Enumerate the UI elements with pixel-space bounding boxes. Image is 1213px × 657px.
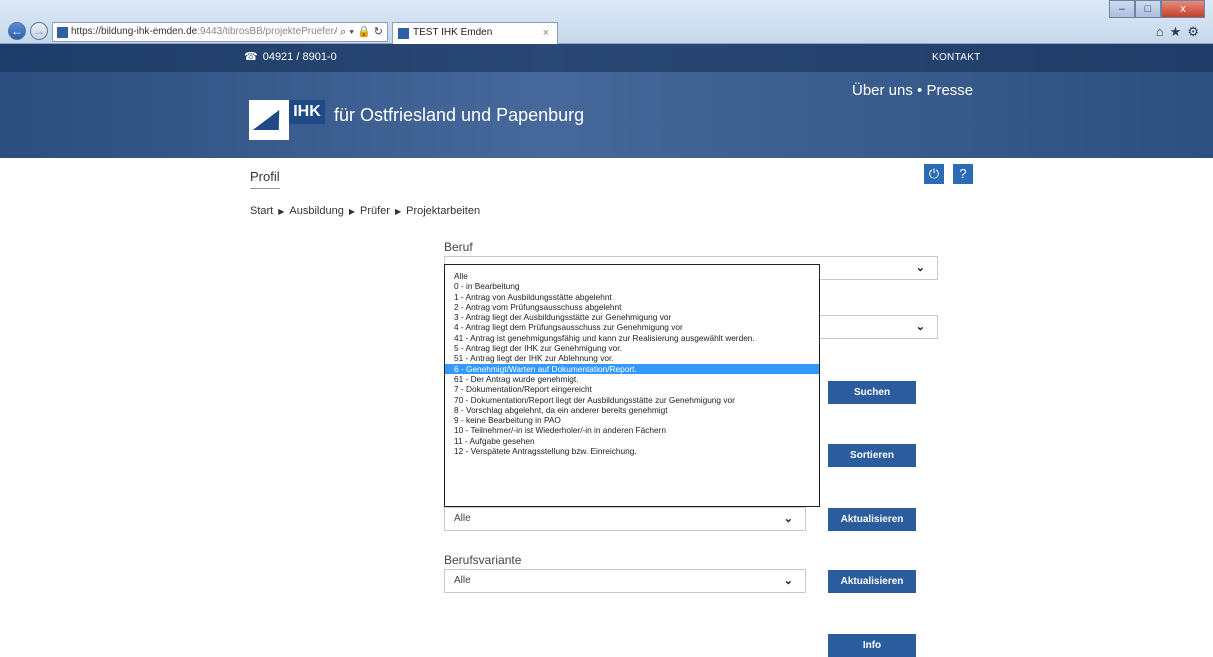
url-host: https://bildung-ihk-emden.de <box>71 26 198 37</box>
beruf-label: Beruf <box>444 240 473 254</box>
browser-toolbar-icons[interactable]: ⌂★⚙ <box>1156 24 1205 40</box>
browser-chrome: ← → https://bildung-ihk-emden.de:9443/ti… <box>0 0 1213 44</box>
filter-select-value: Alle <box>454 513 471 524</box>
dropdown-option[interactable]: 70 - Dokumentation/Report liegt der Ausb… <box>445 395 819 405</box>
status-dropdown-list[interactable]: Alle 0 - in Bearbeitung 1 - Antrag von Aus… <box>444 264 820 507</box>
dropdown-option[interactable]: 2 - Antrag vom Prüfungsausschuss abgeleh… <box>445 302 819 312</box>
berufsvariante-value: Alle <box>454 575 471 586</box>
aktualisieren-berufsvariante-button[interactable]: Aktualisieren <box>828 570 916 593</box>
help-icon[interactable]: ? <box>953 164 973 184</box>
phone-contact[interactable]: ☎ 04921 / 8901-0 <box>244 50 337 63</box>
breadcrumb-arrow-icon: ▶ <box>348 207 355 216</box>
kontakt-link[interactable]: KONTAKT <box>932 52 981 63</box>
header-topbar: ☎ 04921 / 8901-0 KONTAKT <box>0 44 1213 72</box>
organization-name: für Ostfriesland und Papenburg <box>334 105 585 125</box>
power-icon[interactable]: ⏻ <box>924 164 944 184</box>
dropdown-option[interactable]: 1 - Antrag von Ausbildungsstätte abgeleh… <box>445 292 819 302</box>
dropdown-option[interactable]: 0 - in Bearbeitung <box>445 281 819 291</box>
chevron-down-icon: ⌄ <box>915 262 925 274</box>
aktualisieren-button[interactable]: Aktualisieren <box>828 508 916 531</box>
sortieren-button[interactable]: Sortieren <box>828 444 916 467</box>
breadcrumb-ausbildung[interactable]: Ausbildung <box>289 205 343 217</box>
dropdown-option[interactable]: 41 - Antrag ist genehmigungsfähig und ka… <box>445 333 819 343</box>
berufsvariante-label: Berufsvariante <box>444 553 522 567</box>
close-window-button[interactable]: x <box>1161 0 1205 18</box>
chevron-down-icon: ⌄ <box>915 321 925 333</box>
dropdown-option[interactable]: 51 - Antrag liegt der IHK zur Ablehnung … <box>445 353 819 363</box>
site-header: ☎ 04921 / 8901-0 KONTAKT Über uns • Press… <box>0 44 1213 158</box>
breadcrumb-projektarbeiten: Projektarbeiten <box>406 205 481 217</box>
address-bar[interactable]: https://bildung-ihk-emden.de:9443/tibros… <box>52 22 388 42</box>
ihk-logo-icon[interactable] <box>249 100 289 140</box>
dropdown-option[interactable]: 7 - Dokumentation/Report eingereicht <box>445 384 819 394</box>
tab-title: TEST IHK Emden <box>413 27 493 38</box>
info-button[interactable]: Info <box>828 634 916 657</box>
tab-favicon-icon <box>398 28 409 39</box>
dropdown-option[interactable]: 3 - Antrag liegt der Ausbildungsstätte z… <box>445 312 819 322</box>
dropdown-option[interactable]: 61 - Der Antrag wurde genehmigt. <box>445 374 819 384</box>
dropdown-option[interactable]: 12 - Verspätete Antragsstellung bzw. Ein… <box>445 446 819 456</box>
chevron-down-icon: ⌄ <box>783 575 793 587</box>
suchen-button[interactable]: Suchen <box>828 381 916 404</box>
tab-close-icon[interactable]: × <box>543 23 549 43</box>
dropdown-option[interactable]: 6 - Genehmigt/Warten auf Dokumentation/R… <box>445 363 819 374</box>
dropdown-option[interactable]: 8 - Vorschlag abgelehnt, da ein anderer … <box>445 405 819 415</box>
dropdown-option[interactable]: 11 - Aufgabe gesehen <box>445 436 819 446</box>
breadcrumb-arrow-icon: ▶ <box>394 207 402 216</box>
dropdown-option[interactable]: 5 - Antrag liegt der IHK zur Genehmigung… <box>445 343 819 353</box>
breadcrumb-start[interactable]: Start <box>250 205 273 217</box>
browser-tab[interactable]: TEST IHK Emden × <box>392 22 558 44</box>
forward-arrow-icon[interactable]: → <box>30 22 48 40</box>
site-favicon-icon <box>57 27 68 38</box>
berufsvariante-select[interactable]: Alle ⌄ <box>444 569 806 593</box>
dropdown-option[interactable]: Alle <box>445 271 819 281</box>
page-title[interactable]: Profil <box>250 169 280 189</box>
dropdown-option[interactable]: 9 - keine Bearbeitung in PAO <box>445 415 819 425</box>
dropdown-option[interactable]: 10 - Teilnehmer/-in ist Wiederholer/-in … <box>445 425 819 435</box>
phone-icon: ☎ <box>244 51 258 63</box>
back-arrow-icon[interactable]: ← <box>8 22 26 40</box>
chevron-down-icon: ⌄ <box>783 513 793 525</box>
ihk-logo-text: IHK <box>289 100 325 124</box>
header-links[interactable]: Über uns • Presse <box>852 82 973 99</box>
window-controls: – □ x <box>1109 0 1205 18</box>
breadcrumb-arrow-icon: ▶ <box>278 207 285 216</box>
maximize-button[interactable]: □ <box>1135 0 1161 18</box>
dropdown-option[interactable]: 4 - Antrag liegt dem Prüfungsausschuss z… <box>445 322 819 332</box>
breadcrumb: Start ▶ Ausbildung ▶ Prüfer ▶ Projektarbeiten <box>250 205 480 217</box>
phone-number: 04921 / 8901-0 <box>262 51 337 63</box>
address-bar-icons[interactable]: ⌕ ▾ 🔒 ↻ <box>337 23 383 41</box>
minimize-button[interactable]: – <box>1109 0 1135 18</box>
breadcrumb-pruefer[interactable]: Prüfer <box>360 205 390 217</box>
filter-select[interactable]: Alle ⌄ <box>444 507 806 531</box>
